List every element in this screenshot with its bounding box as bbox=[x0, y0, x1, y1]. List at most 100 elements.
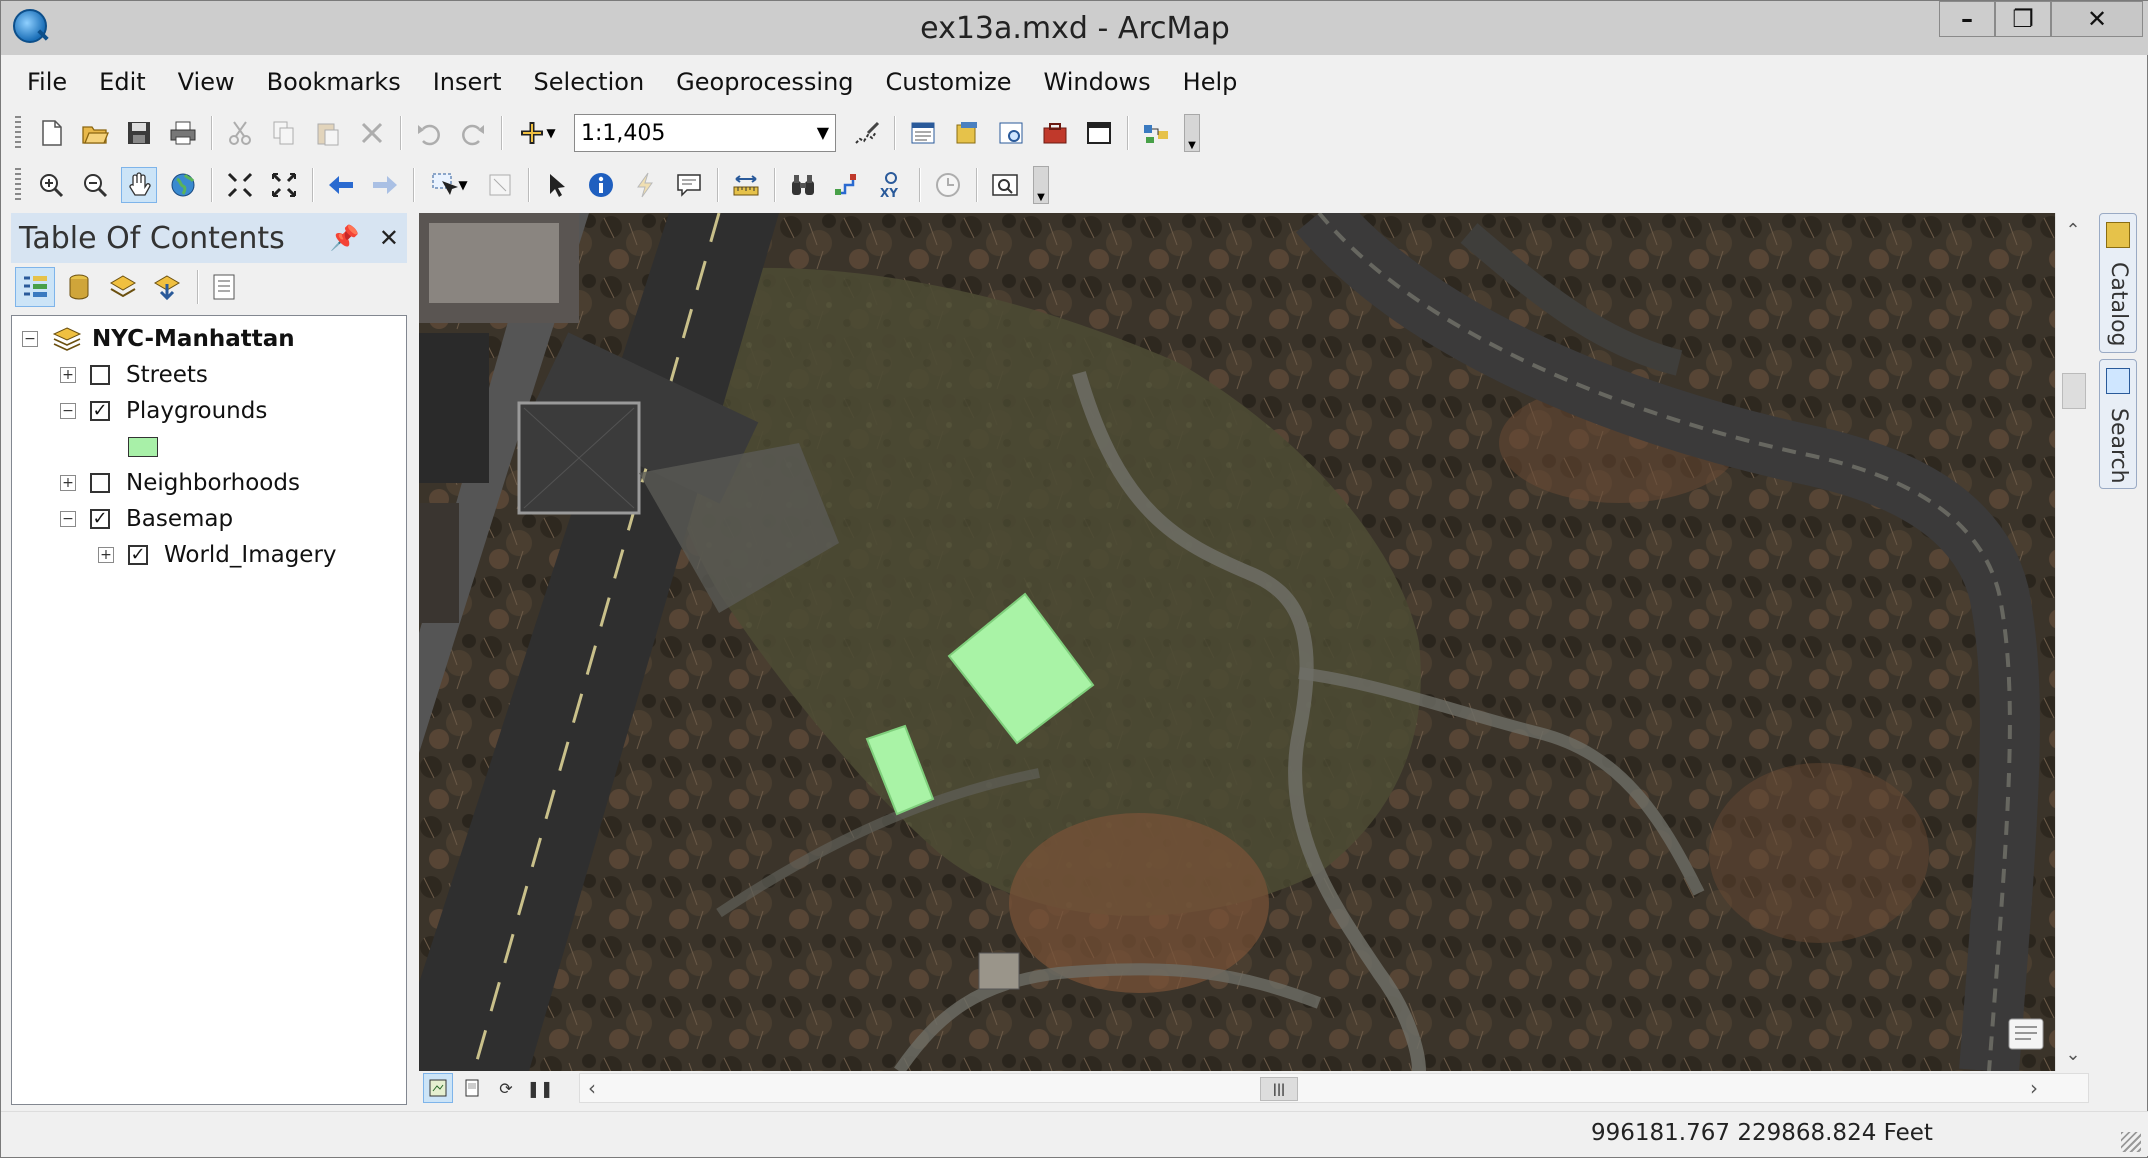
scroll-right-icon[interactable]: › bbox=[2030, 1076, 2038, 1100]
playgrounds-symbol-swatch[interactable] bbox=[128, 437, 158, 457]
map-vertical-scrollbar[interactable]: ⌃ ⌄ bbox=[2055, 213, 2090, 1071]
toc-options-button[interactable] bbox=[204, 267, 244, 307]
expand-icon[interactable]: + bbox=[98, 547, 114, 563]
arctoolbox-button[interactable] bbox=[1037, 115, 1073, 151]
catalog-window-button[interactable] bbox=[949, 115, 985, 151]
search-tab[interactable]: Search bbox=[2099, 359, 2137, 489]
layer-visibility-checkbox[interactable] bbox=[90, 365, 110, 385]
scroll-thumb[interactable] bbox=[2062, 373, 2086, 409]
refresh-button[interactable]: ⟳ bbox=[491, 1073, 521, 1103]
map-horizontal-scrollbar[interactable]: ‹ ||| › bbox=[579, 1073, 2089, 1103]
collapse-icon[interactable]: − bbox=[22, 331, 38, 347]
measure-button[interactable] bbox=[728, 167, 764, 203]
list-by-visibility-button[interactable] bbox=[103, 267, 143, 307]
collapse-icon[interactable]: − bbox=[60, 511, 76, 527]
toolbar-options-button[interactable]: ▼ bbox=[1184, 114, 1200, 152]
scroll-down-icon[interactable]: ⌄ bbox=[2056, 1039, 2090, 1069]
layer-visibility-checkbox[interactable]: ✓ bbox=[90, 509, 110, 529]
redo-button[interactable] bbox=[455, 115, 491, 151]
new-document-button[interactable] bbox=[33, 115, 69, 151]
resize-grip[interactable] bbox=[2121, 1132, 2141, 1152]
menu-geoprocessing[interactable]: Geoprocessing bbox=[660, 61, 869, 103]
scroll-left-icon[interactable]: ‹ bbox=[588, 1076, 596, 1100]
close-icon[interactable]: ✕ bbox=[379, 224, 399, 252]
menu-insert[interactable]: Insert bbox=[417, 61, 518, 103]
list-by-selection-button[interactable] bbox=[147, 267, 187, 307]
select-features-button[interactable]: ▼ bbox=[424, 167, 474, 203]
viewer-window-button[interactable] bbox=[987, 167, 1023, 203]
menu-file[interactable]: File bbox=[11, 61, 83, 103]
pause-drawing-button[interactable]: ❚❚ bbox=[525, 1073, 555, 1103]
menu-selection[interactable]: Selection bbox=[518, 61, 661, 103]
layer-row-world-imagery[interactable]: + ✓ World_Imagery bbox=[98, 538, 337, 572]
identify-button[interactable] bbox=[583, 167, 619, 203]
zoom-in-button[interactable] bbox=[33, 167, 69, 203]
fixed-zoom-in-button[interactable] bbox=[222, 167, 258, 203]
menu-help[interactable]: Help bbox=[1167, 61, 1254, 103]
save-button[interactable] bbox=[121, 115, 157, 151]
paste-button[interactable] bbox=[310, 115, 346, 151]
expand-icon[interactable]: + bbox=[60, 367, 76, 383]
chevron-down-icon[interactable]: ▼ bbox=[817, 123, 829, 142]
layer-row-basemap[interactable]: − ✓ Basemap bbox=[60, 502, 233, 536]
playgrounds-symbol-row[interactable] bbox=[128, 430, 158, 464]
hyperlink-button[interactable] bbox=[627, 167, 663, 203]
maximize-button[interactable]: ❐ bbox=[1995, 1, 2051, 37]
undo-button[interactable] bbox=[411, 115, 447, 151]
close-button[interactable]: ✕ bbox=[2051, 1, 2143, 37]
full-extent-button[interactable] bbox=[165, 167, 201, 203]
notification-icon[interactable] bbox=[2008, 1018, 2044, 1050]
model-builder-button[interactable] bbox=[1138, 115, 1174, 151]
time-slider-button[interactable] bbox=[930, 167, 966, 203]
scroll-up-icon[interactable]: ⌃ bbox=[2056, 215, 2090, 245]
menu-windows[interactable]: Windows bbox=[1028, 61, 1167, 103]
select-elements-button[interactable] bbox=[539, 167, 575, 203]
cut-button[interactable] bbox=[222, 115, 258, 151]
layer-visibility-checkbox[interactable]: ✓ bbox=[128, 545, 148, 565]
layer-visibility-checkbox[interactable]: ✓ bbox=[90, 401, 110, 421]
clear-selection-button[interactable] bbox=[482, 167, 518, 203]
find-button[interactable] bbox=[785, 167, 821, 203]
search-window-button[interactable] bbox=[993, 115, 1029, 151]
add-data-button[interactable]: ▼ bbox=[512, 115, 562, 151]
delete-button[interactable] bbox=[354, 115, 390, 151]
go-back-button[interactable] bbox=[323, 167, 359, 203]
scroll-thumb[interactable]: ||| bbox=[1260, 1077, 1298, 1101]
layer-row-playgrounds[interactable]: − ✓ Playgrounds bbox=[60, 394, 267, 428]
map-scale-combobox[interactable]: 1:1,405 ▼ bbox=[574, 114, 836, 152]
menu-customize[interactable]: Customize bbox=[870, 61, 1028, 103]
minimize-button[interactable]: – bbox=[1939, 1, 1995, 37]
layout-view-button[interactable] bbox=[457, 1073, 487, 1103]
collapse-icon[interactable]: − bbox=[60, 403, 76, 419]
catalog-tab[interactable]: Catalog bbox=[2099, 213, 2137, 353]
list-by-drawing-order-button[interactable] bbox=[15, 267, 55, 307]
toolbar-grip[interactable] bbox=[15, 116, 21, 150]
expand-icon[interactable]: + bbox=[60, 475, 76, 491]
menu-bookmarks[interactable]: Bookmarks bbox=[251, 61, 417, 103]
html-popup-button[interactable] bbox=[671, 167, 707, 203]
zoom-out-button[interactable] bbox=[77, 167, 113, 203]
list-by-source-button[interactable] bbox=[59, 267, 99, 307]
data-frame-row[interactable]: − NYC-Manhattan bbox=[22, 322, 295, 356]
layer-row-streets[interactable]: + Streets bbox=[60, 358, 208, 392]
map-display[interactable] bbox=[419, 213, 2055, 1071]
menu-edit[interactable]: Edit bbox=[83, 61, 161, 103]
go-forward-button[interactable] bbox=[367, 167, 403, 203]
pin-icon[interactable]: 📌 bbox=[330, 224, 360, 252]
pan-button[interactable] bbox=[121, 167, 157, 203]
fixed-zoom-out-button[interactable] bbox=[266, 167, 302, 203]
find-route-button[interactable] bbox=[829, 167, 865, 203]
print-button[interactable] bbox=[165, 115, 201, 151]
copy-button[interactable] bbox=[266, 115, 302, 151]
layer-visibility-checkbox[interactable] bbox=[90, 473, 110, 493]
python-window-button[interactable] bbox=[1081, 115, 1117, 151]
go-to-xy-button[interactable]: XY bbox=[873, 167, 909, 203]
editor-toolbar-button[interactable] bbox=[848, 115, 884, 151]
toolbar-options-button[interactable]: ▼ bbox=[1033, 166, 1049, 204]
table-of-contents-button[interactable] bbox=[905, 115, 941, 151]
menu-view[interactable]: View bbox=[162, 61, 251, 103]
open-button[interactable] bbox=[77, 115, 113, 151]
toolbar-grip[interactable] bbox=[15, 168, 21, 202]
layer-row-neighborhoods[interactable]: + Neighborhoods bbox=[60, 466, 300, 500]
data-view-button[interactable] bbox=[423, 1073, 453, 1103]
